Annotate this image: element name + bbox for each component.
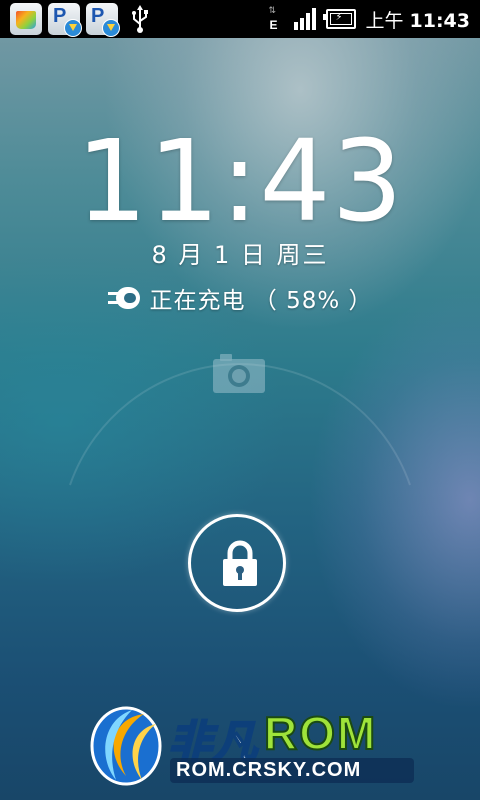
- app-update-icon: P: [86, 3, 120, 37]
- status-bar-clock: 上午 11:43: [366, 6, 471, 33]
- charging-status: 正在充电 （ 58% ）: [0, 281, 480, 315]
- ampm-label: 上午: [365, 9, 404, 32]
- status-bar-time: 11:43: [409, 9, 470, 32]
- system-status-icons: ⇅ E ⚡ 上午 11:43: [268, 0, 471, 38]
- watermark: 非凡 ROM ROM.CRSKY.COM: [86, 700, 414, 790]
- notification-icons[interactable]: P P: [10, 2, 150, 37]
- lockscreen-date: 8 月 1 日 周三: [151, 241, 329, 269]
- status-bar[interactable]: P P ⇅ E ⚡ 上午 11:43: [0, 0, 480, 38]
- signal-strength-icon: [293, 8, 316, 30]
- unlock-handle[interactable]: [188, 514, 286, 612]
- battery-icon: ⚡: [322, 9, 356, 29]
- camera-icon[interactable]: [212, 352, 266, 394]
- crsky-logo: [90, 706, 162, 786]
- lockscreen-clock: 11:43: [76, 117, 404, 247]
- market-icon: [10, 3, 42, 35]
- watermark-brand-rom: ROM: [263, 706, 378, 760]
- charging-text: 正在充电 （ 58% ）: [149, 288, 373, 314]
- data-activity-icon: ⇅ E: [268, 6, 278, 32]
- lock-icon: [223, 540, 257, 586]
- charging-plug-icon: [108, 287, 141, 309]
- app-update-icon: P: [48, 3, 82, 37]
- network-type-label: E: [269, 18, 278, 32]
- watermark-url: ROM.CRSKY.COM: [170, 758, 414, 783]
- usb-icon: [132, 5, 148, 33]
